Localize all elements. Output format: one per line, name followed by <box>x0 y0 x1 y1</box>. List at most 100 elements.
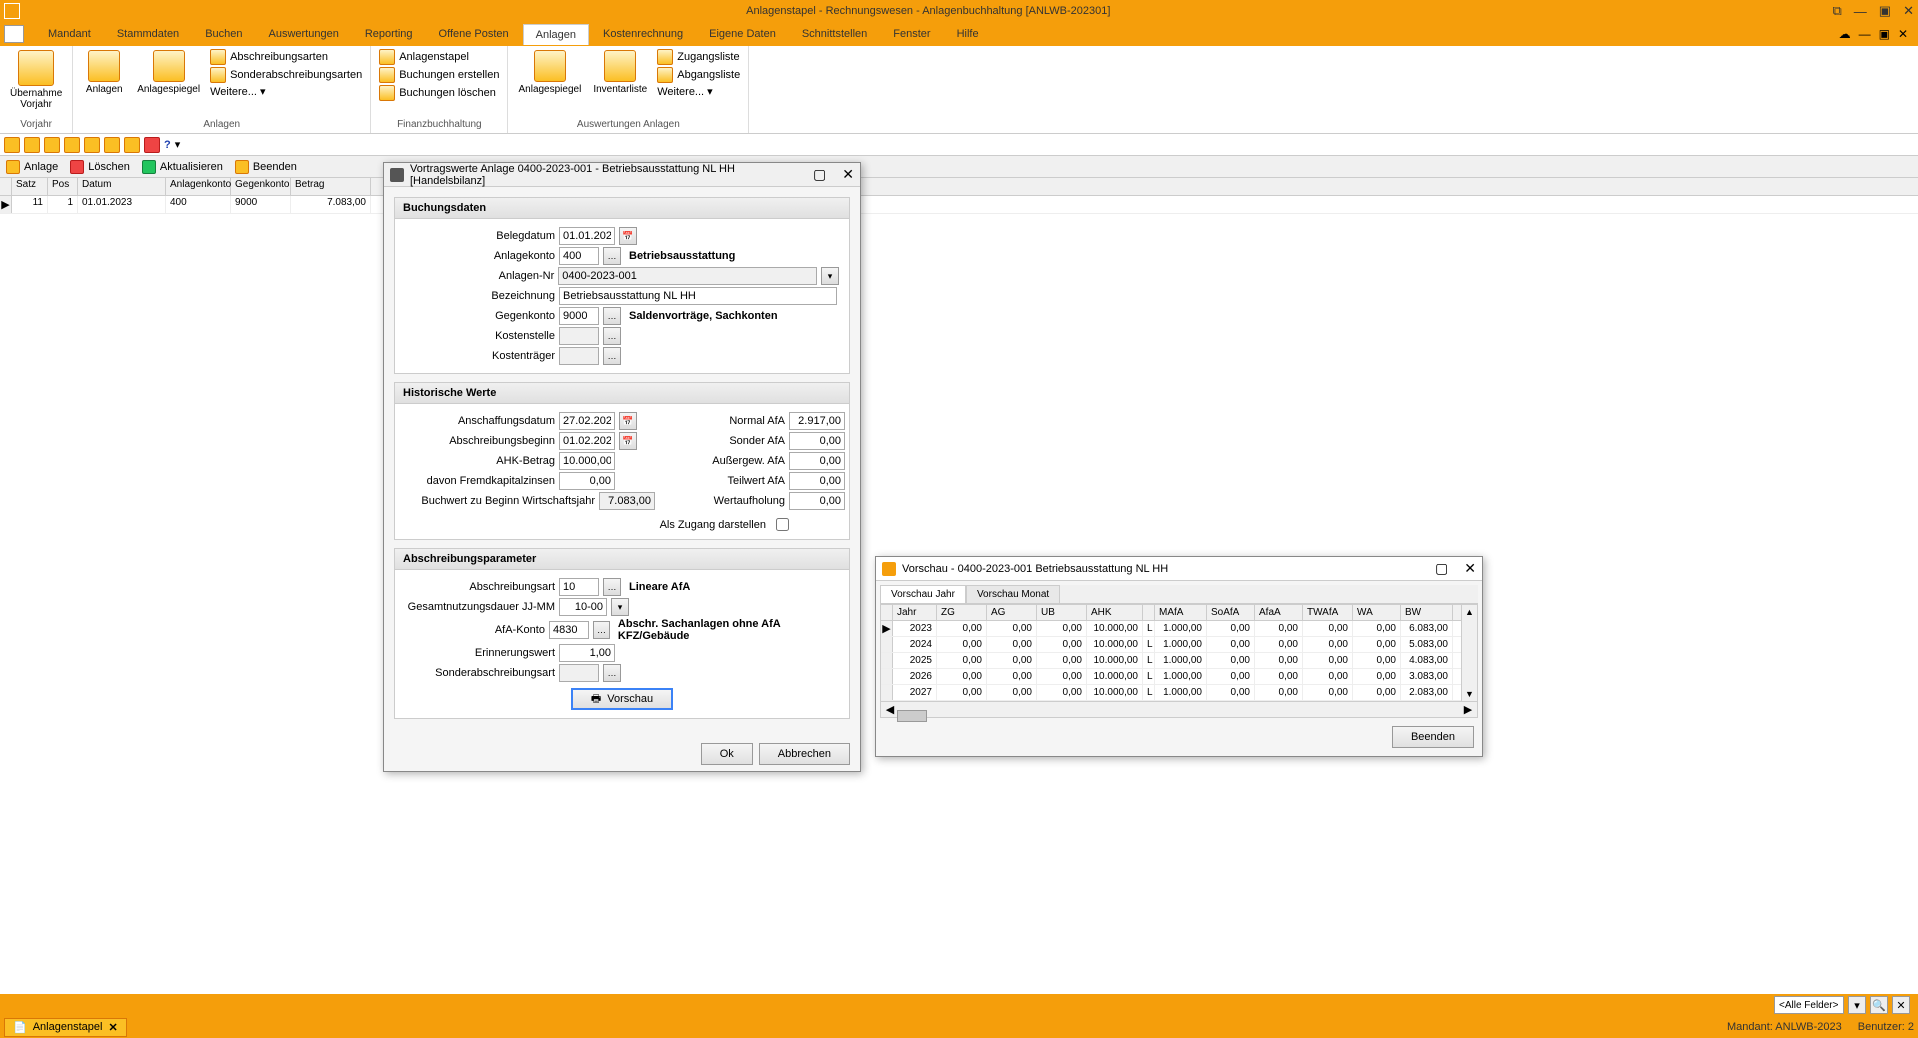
wertaufholung-input[interactable] <box>789 492 845 510</box>
ok-button[interactable]: Ok <box>701 743 753 765</box>
col-satz[interactable]: Satz <box>12 178 48 195</box>
row-selector-icon[interactable] <box>881 637 893 652</box>
ribbon-zugangsliste[interactable]: Zugangsliste <box>655 48 742 66</box>
ribbon-abgangsliste[interactable]: Abgangsliste <box>655 66 742 84</box>
col-datum[interactable]: Datum <box>78 178 166 195</box>
belegdatum-input[interactable] <box>559 227 615 245</box>
row-selector-icon[interactable] <box>881 669 893 684</box>
menu-auswertungen[interactable]: Auswertungen <box>257 24 351 44</box>
anlagennr-input[interactable] <box>558 267 817 285</box>
ribbon-sonderabschreibungsarten[interactable]: Sonderabschreibungsarten <box>208 66 364 84</box>
dropdown-icon[interactable]: ▾ <box>821 267 839 285</box>
pcol-afaa[interactable]: AfaA <box>1255 605 1303 620</box>
ribbon-abschreibungsarten[interactable]: Abschreibungsarten <box>208 48 364 66</box>
menu-offene-posten[interactable]: Offene Posten <box>427 24 521 44</box>
pcol-ag[interactable]: AG <box>987 605 1037 620</box>
kostentraeger-input[interactable] <box>559 347 599 365</box>
toolbar-anlage[interactable]: Anlage <box>6 160 58 174</box>
pcol-ub[interactable]: UB <box>1037 605 1087 620</box>
qat-icon-3[interactable] <box>44 137 60 153</box>
dialog-titlebar[interactable]: Vortragswerte Anlage 0400-2023-001 - Bet… <box>384 163 860 187</box>
scroll-up-icon[interactable]: ▲ <box>1462 605 1477 619</box>
lookup-icon[interactable]: … <box>603 664 621 682</box>
inner-maximize-icon[interactable]: ▣ <box>1879 27 1890 41</box>
row-selector-icon[interactable]: ▶ <box>881 621 893 636</box>
toolbar-loeschen[interactable]: Löschen <box>70 160 130 174</box>
menu-mandant[interactable]: Mandant <box>36 24 103 44</box>
menu-fenster[interactable]: Fenster <box>881 24 942 44</box>
app-menu-icon[interactable] <box>4 25 24 43</box>
grid-row[interactable]: ▶ 11 1 01.01.2023 400 9000 7.083,00 <box>0 196 1918 214</box>
menu-eigene-daten[interactable]: Eigene Daten <box>697 24 788 44</box>
row-selector-icon[interactable] <box>881 653 893 668</box>
anschaffungsdatum-input[interactable] <box>559 412 615 430</box>
filter-clear-icon[interactable]: ✕ <box>1892 996 1910 1014</box>
row-selector-icon[interactable]: ▶ <box>0 196 12 213</box>
qat-icon-8[interactable] <box>144 137 160 153</box>
ribbon-weitere-1[interactable]: Weitere... ▾ <box>208 84 364 99</box>
ribbon-weitere-2[interactable]: Weitere... ▾ <box>655 84 742 99</box>
afa-konto-input[interactable] <box>549 621 589 639</box>
pcol-wa[interactable]: WA <box>1353 605 1401 620</box>
pcol-twafa[interactable]: TWAfA <box>1303 605 1353 620</box>
ribbon-anlagespiegel[interactable]: Anlagespiegel <box>133 48 204 97</box>
pcol-bw[interactable]: BW <box>1401 605 1453 620</box>
anlagekonto-input[interactable] <box>559 247 599 265</box>
ribbon-anlagespiegel-2[interactable]: Anlagespiegel <box>514 48 585 97</box>
col-gegenkonto[interactable]: Gegenkonto <box>231 178 291 195</box>
preview-row[interactable]: ▶ 2023 0,00 0,00 0,00 10.000,00 L 1.000,… <box>881 621 1477 637</box>
preview-vscrollbar[interactable]: ▲ ▼ <box>1461 605 1477 701</box>
toolbar-aktualisieren[interactable]: Aktualisieren <box>142 160 223 174</box>
ahk-input[interactable] <box>559 452 615 470</box>
filter-apply-icon[interactable]: 🔍 <box>1870 996 1888 1014</box>
menu-schnittstellen[interactable]: Schnittstellen <box>790 24 879 44</box>
pcol-mafa[interactable]: MAfA <box>1155 605 1207 620</box>
abschreibungsbeginn-input[interactable] <box>559 432 615 450</box>
pcol-l[interactable] <box>1143 605 1155 620</box>
ribbon-anlagenstapel[interactable]: Anlagenstapel <box>377 48 501 66</box>
calendar-icon[interactable]: 📅 <box>619 412 637 430</box>
lookup-icon[interactable]: … <box>603 327 621 345</box>
teilwert-afa-input[interactable] <box>789 472 845 490</box>
scroll-down-icon[interactable]: ▼ <box>1462 687 1477 701</box>
zugang-checkbox[interactable] <box>776 518 789 531</box>
preview-row[interactable]: 2024 0,00 0,00 0,00 10.000,00 L 1.000,00… <box>881 637 1477 653</box>
qat-icon-2[interactable] <box>24 137 40 153</box>
lookup-icon[interactable]: … <box>593 621 610 639</box>
qat-icon-1[interactable] <box>4 137 20 153</box>
qat-dropdown-icon[interactable]: ▾ <box>175 138 181 151</box>
scroll-left-icon[interactable]: ◀ <box>883 703 897 716</box>
qat-icon-5[interactable] <box>84 137 100 153</box>
preview-close-icon[interactable]: ✕ <box>1464 560 1476 577</box>
ribbon-buchungen-erstellen[interactable]: Buchungen erstellen <box>377 66 501 84</box>
preview-row[interactable]: 2025 0,00 0,00 0,00 10.000,00 L 1.000,00… <box>881 653 1477 669</box>
ribbon-buchungen-loeschen[interactable]: Buchungen löschen <box>377 84 501 102</box>
preview-hscrollbar[interactable]: ◀ ▶ <box>881 701 1477 717</box>
kostenstelle-input[interactable] <box>559 327 599 345</box>
lookup-icon[interactable]: … <box>603 578 621 596</box>
sonderabschreibungsart-input[interactable] <box>559 664 599 682</box>
pcol-jahr[interactable]: Jahr <box>893 605 937 620</box>
vorschau-button[interactable]: 🖶Vorschau <box>571 688 673 710</box>
qat-icon-7[interactable] <box>124 137 140 153</box>
restore-icon[interactable]: ⧉ <box>1833 3 1842 19</box>
dropdown-icon[interactable]: ▾ <box>611 598 629 616</box>
cloud-icon[interactable]: ☁ <box>1839 27 1851 41</box>
close-icon[interactable]: ✕ <box>1903 3 1914 19</box>
task-close-icon[interactable]: ✕ <box>108 1021 117 1034</box>
lookup-icon[interactable]: … <box>603 247 621 265</box>
ribbon-inventarliste[interactable]: Inventarliste <box>589 48 651 97</box>
nutzungsdauer-input[interactable] <box>559 598 607 616</box>
inner-close-icon[interactable]: ✕ <box>1898 27 1908 41</box>
maximize-icon[interactable]: ▣ <box>1879 3 1891 19</box>
minimize-icon[interactable]: — <box>1854 4 1867 19</box>
scroll-right-icon[interactable]: ▶ <box>1461 703 1475 716</box>
menu-reporting[interactable]: Reporting <box>353 24 425 44</box>
normal-afa-input[interactable] <box>789 412 845 430</box>
col-betrag[interactable]: Betrag <box>291 178 371 195</box>
menu-hilfe[interactable]: Hilfe <box>945 24 991 44</box>
lookup-icon[interactable]: … <box>603 307 621 325</box>
abbrechen-button[interactable]: Abbrechen <box>759 743 850 765</box>
calendar-icon[interactable]: 📅 <box>619 432 637 450</box>
filter-combo[interactable] <box>1774 996 1844 1014</box>
